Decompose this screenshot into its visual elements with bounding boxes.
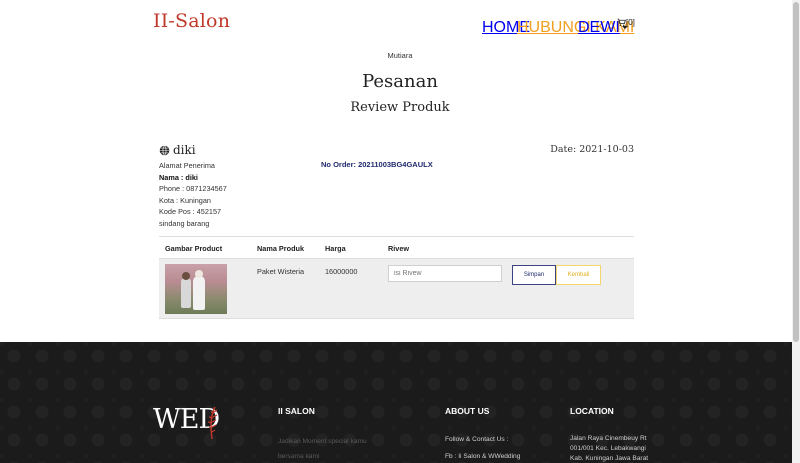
product-image [165,264,227,314]
footer-logo: WED [153,404,223,444]
cart-count: [0] [626,18,635,27]
review-input[interactable] [388,265,502,282]
page-kicker: Mutiara [387,51,413,60]
order-number: No Order: 20211003BG4GAULX [321,160,433,169]
footer [0,342,800,463]
table-header: Gambar Product Nama Produk Harga Rivew [159,236,634,259]
scrollbar-thumb[interactable] [793,2,799,342]
cart-button[interactable]: [0] [617,18,635,27]
product-name: Paket Wisteria [257,267,305,276]
th-price: Harga [325,244,346,253]
recipient-name: diki [173,143,196,157]
footer-col1-text2: bersama kami [278,453,320,460]
footer-col2-line2[interactable]: Fb : Ii Salon & WWedding [445,452,520,463]
footer-col3-line3: Kab. Kuningan Jawa Barat [570,455,649,462]
recipient-postal: Kode Pos : 452157 [159,207,222,217]
leaf-icon [207,406,218,440]
page-subtitle: Review Produk [350,100,450,115]
footer-col2-line1: Follow & Contact Us : [445,436,509,443]
table-row: Paket Wisteria 16000000 Simpan Kembali [159,259,634,319]
recipient-phone: Phone : 0871234567 [159,184,227,194]
recipient-city: Kota : Kuningan [159,195,211,205]
recipient-nama: Nama : diki [159,172,198,182]
user-name: DEWI [578,19,620,36]
order-table: Gambar Product Nama Produk Harga Rivew P… [159,236,634,319]
footer-col1-title: II SALON [278,406,315,416]
product-price: 16000000 [325,267,358,276]
footer-col2-title: ABOUT US [445,406,490,416]
th-review: Rivew [388,244,410,253]
brand-logo[interactable]: II-Salon [153,10,230,32]
back-button[interactable]: Kembali [556,265,601,285]
scrollbar[interactable] [792,0,800,463]
th-image: Gambar Product [165,244,223,253]
th-product: Nama Produk [257,244,305,253]
order-date: Date: 2021-10-03 [550,144,634,155]
page-title: Pesanan [362,71,438,92]
recipient-address: sindang barang [159,218,210,228]
navbar: II-Salon HOME HUBUNGI KAMI DEWI [0] [0,0,800,46]
cart-icon [617,18,626,27]
footer-col3-title: LOCATION [570,406,614,416]
save-button[interactable]: Simpan [512,265,556,285]
recipient-info: diki Alamat Penerima Nama : diki Phone :… [159,143,319,230]
recipient-name-row: diki [159,143,319,157]
footer-col3-line1: Jalan Raya Cinembeuy Rt [570,435,647,442]
footer-col3-line2: 001/001 Kec. Lebakwangi [570,445,646,452]
recipient-label: Alamat Penerima [159,161,215,170]
globe-icon [159,144,170,156]
footer-col1-text1: Jadikan Moment special kamu [278,438,367,445]
